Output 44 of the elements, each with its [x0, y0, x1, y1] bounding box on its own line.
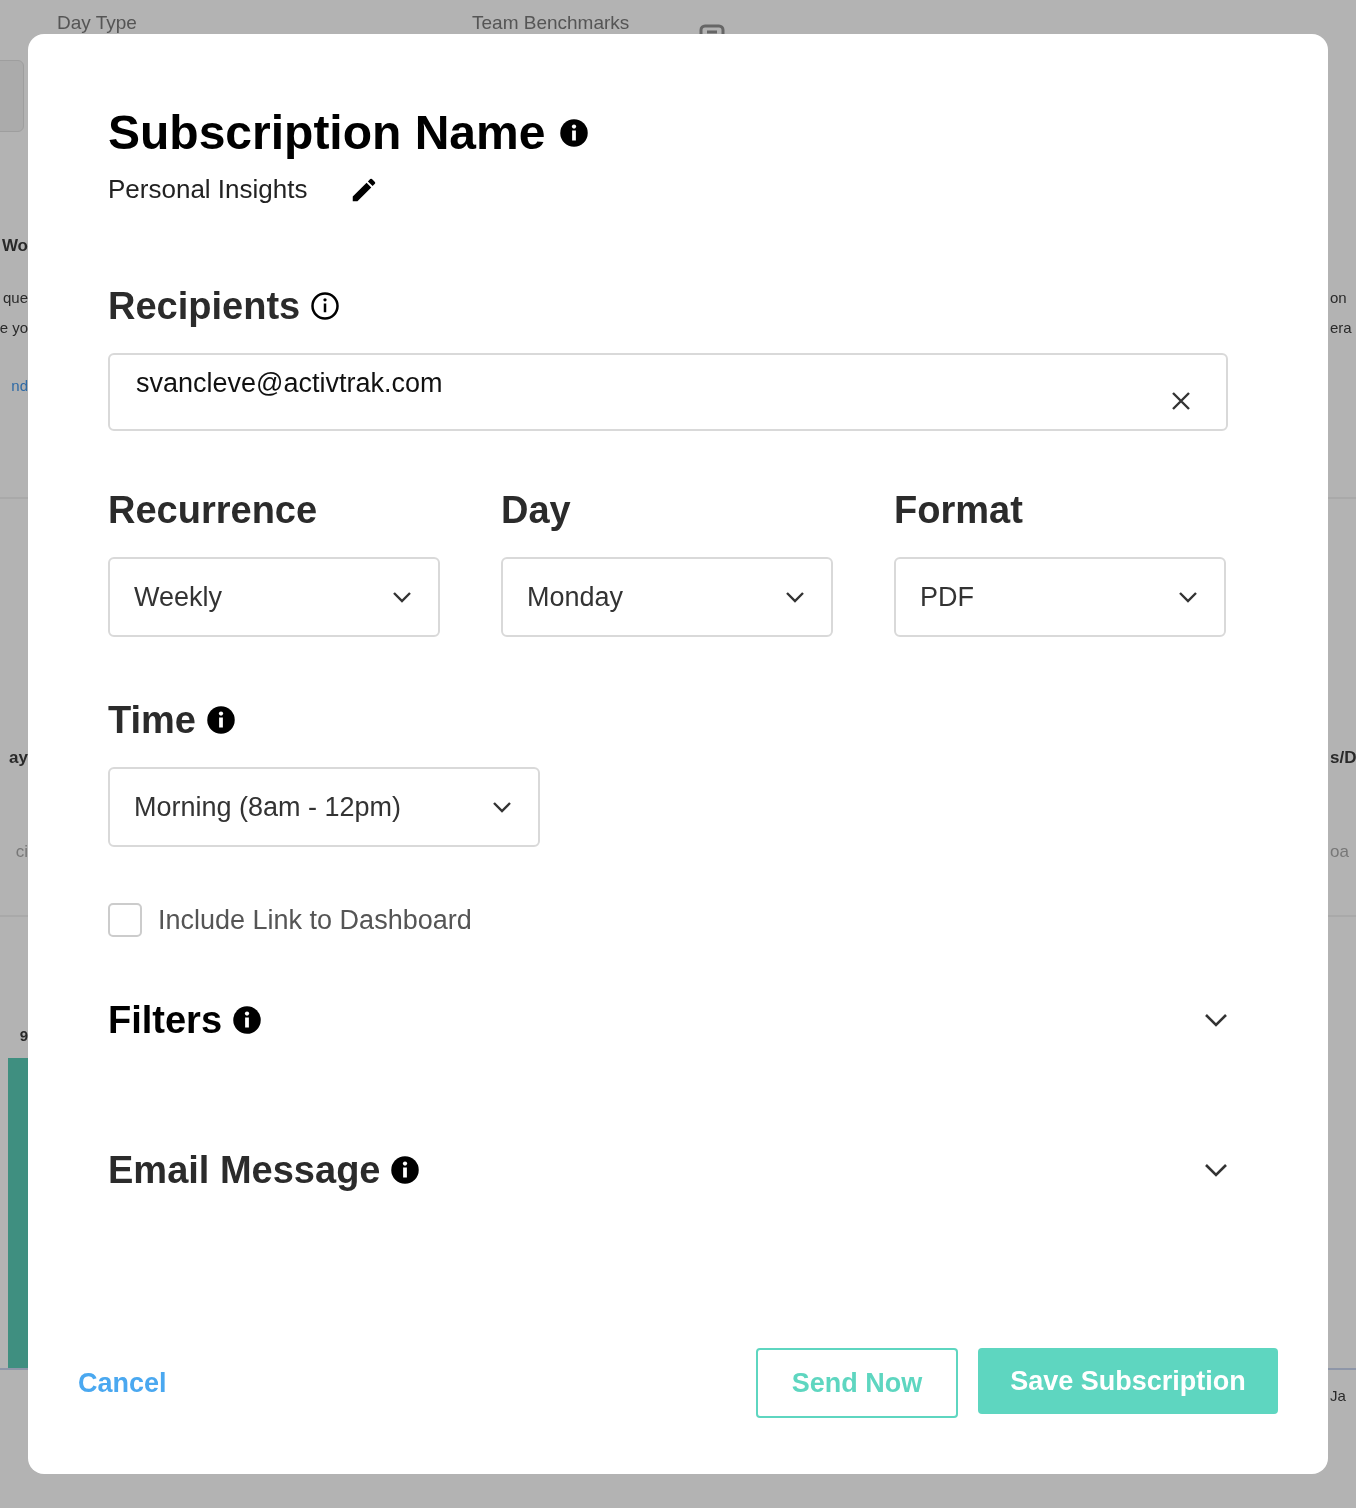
column-label: Team Benchmarks: [472, 12, 630, 34]
section-label: Recipients: [108, 284, 301, 329]
field-label: Day: [501, 488, 572, 533]
recipients-field[interactable]: svancleve@activtrak.com: [108, 353, 1228, 431]
column-label: Day Type: [57, 12, 137, 34]
dropdown[interactable]: Morning (8am - 12pm): [108, 767, 540, 847]
background-text: on: [1330, 288, 1347, 308]
background-text: que: [2, 288, 28, 308]
background-text: oa: [1330, 842, 1349, 862]
chevron-down-icon[interactable]: [1204, 1163, 1228, 1177]
info-icon[interactable]: [232, 1005, 263, 1035]
checkbox-label: Include Link to Dashboard: [158, 904, 472, 936]
field-label: Recurrence: [108, 488, 319, 533]
chevron-down-icon: [785, 591, 805, 603]
field-label: Time: [108, 698, 196, 743]
background-text: ci: [15, 842, 28, 862]
dialog-title: Subscription Name: [108, 105, 546, 161]
close-icon[interactable]: [1170, 390, 1192, 412]
background-text: Wo: [1, 236, 28, 256]
background-text: nd: [11, 376, 28, 396]
chevron-down-icon: [492, 801, 512, 813]
background-text: ay: [9, 748, 28, 768]
subscription-name: Personal Insights: [108, 174, 308, 205]
background-text: era: [1330, 318, 1352, 338]
link-icon: [697, 24, 727, 34]
background-text: Ja: [1330, 1386, 1346, 1406]
info-icon[interactable]: [206, 705, 236, 735]
recipient-email: svancleve@activtrak.com: [136, 367, 443, 399]
info-icon[interactable]: [390, 1155, 421, 1185]
chevron-down-icon: [392, 591, 412, 603]
background-text: s/D: [1330, 748, 1356, 768]
checkbox[interactable]: [108, 903, 142, 937]
section-title: Email Message: [108, 1148, 381, 1193]
info-icon[interactable]: [310, 291, 341, 321]
dropdown[interactable]: PDF: [894, 557, 1226, 637]
field-label: Format: [894, 488, 1024, 533]
chevron-down-icon[interactable]: [1204, 1013, 1228, 1027]
background-text: e yo: [0, 318, 28, 338]
background-text: 9: [19, 1026, 28, 1046]
chevron-down-icon: [1178, 591, 1198, 603]
info-icon[interactable]: [559, 118, 590, 148]
dropdown[interactable]: Weekly: [108, 557, 440, 637]
section-title: Filters: [108, 998, 223, 1043]
dropdown[interactable]: Monday: [501, 557, 833, 637]
